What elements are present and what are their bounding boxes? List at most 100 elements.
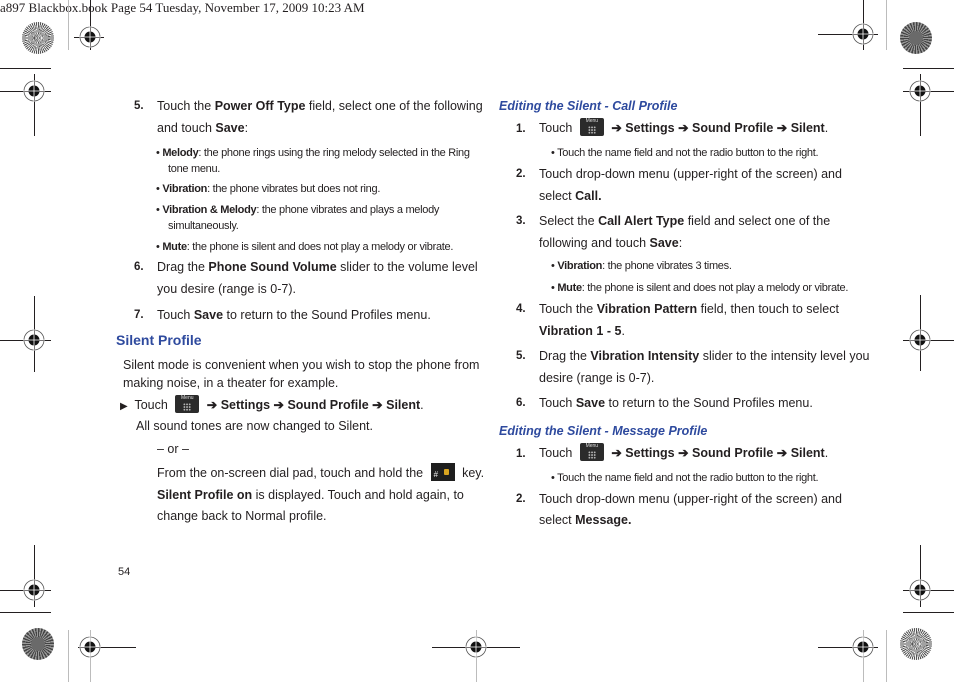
step-text: Touch Save to return to the Sound Profil…: [157, 308, 431, 322]
registration-rosette-icon: [22, 22, 54, 54]
crop-mark: [886, 630, 887, 682]
registration-target-icon: [909, 579, 931, 601]
section-title-silent-profile: Silent Profile: [116, 332, 202, 348]
step-number: 2.: [516, 168, 526, 180]
crop-mark: [0, 612, 51, 613]
msg-step-1: Touch Menu ➔ Settings ➔ Sound Profile ➔ …: [539, 443, 829, 461]
hash-key-icon: #: [430, 463, 455, 481]
menu-path: ➔ Settings ➔ Sound Profile ➔ Silent.: [611, 121, 829, 135]
registration-rosette-icon: [900, 22, 932, 54]
arrow-icon: ➔: [773, 121, 791, 135]
call-step-4-line-2: Vibration 1 - 5.: [539, 324, 625, 338]
arrow-icon: ➔: [674, 121, 693, 135]
menu-key-icon: Menu: [579, 443, 604, 461]
call-step-3-bullet-1: • Vibration: the phone vibrates 3 times.: [551, 260, 732, 272]
call-step-2-line-1: Touch drop-down menu (upper-right of the…: [539, 167, 842, 181]
crop-mark: [68, 630, 69, 682]
bullet-item: • Melody: the phone rings using the ring…: [156, 147, 470, 159]
call-step-3-line-1: Select the Call Alert Type field and sel…: [539, 214, 831, 228]
menu-path: ➔ Settings ➔ Sound Profile ➔ Silent.: [611, 446, 829, 460]
crop-mark: [903, 612, 954, 613]
call-step-5-line-1: Drag the Vibration Intensity slider to t…: [539, 349, 870, 363]
menu-path-item: Sound Profile: [692, 121, 774, 135]
bullet-item-continued: simultaneously.: [168, 220, 239, 232]
bullet-item-continued: tone menu.: [168, 163, 221, 175]
msg-step-2-line-1: Touch drop-down menu (upper-right of the…: [539, 492, 842, 506]
menu-key-icon: Menu: [579, 118, 604, 136]
registration-rosette-icon: [22, 628, 54, 660]
section-title-message-profile: Editing the Silent - Message Profile: [499, 424, 708, 438]
call-step-4-line-1: Touch the Vibration Pattern field, then …: [539, 302, 839, 316]
step-number: 1.: [516, 123, 526, 135]
section-title-call-profile: Editing the Silent - Call Profile: [499, 99, 678, 113]
menu-path-item: Silent: [790, 121, 825, 135]
call-step-1: Touch Menu ➔ Settings ➔ Sound Profile ➔ …: [539, 118, 829, 136]
intro-text-line-2: making noise, in a theater for example.: [123, 376, 339, 390]
alt-text-line-3: change back to Normal profile.: [157, 509, 327, 523]
msg-step-2-line-2: select Message.: [539, 513, 632, 527]
arrow-icon: ➔: [270, 398, 288, 412]
arrow-icon: ➔: [674, 446, 693, 460]
step-number: 5.: [134, 100, 144, 112]
step-text: Drag the Phone Sound Volume slider to th…: [157, 260, 478, 274]
call-step-1-note: • Touch the name field and not the radio…: [551, 147, 819, 159]
menu-path-item: Sound Profile: [692, 446, 774, 460]
menu-path-item: Silent: [386, 398, 421, 412]
registration-target-icon: [852, 636, 874, 658]
call-step-6-line-1: Touch Save to return to the Sound Profil…: [539, 396, 813, 410]
menu-path-item: Silent: [790, 446, 825, 460]
registration-target-icon: [909, 80, 931, 102]
bullet-item: • Vibration: the phone vibrates but does…: [156, 183, 381, 195]
result-text: All sound tones are now changed to Silen…: [136, 419, 373, 433]
slug-line: a897 Blackbox.book Page 54 Tuesday, Nove…: [0, 0, 365, 15]
step-number: 6.: [134, 261, 144, 273]
registration-target-icon: [79, 26, 101, 48]
arrow-icon: ➔: [611, 121, 626, 135]
arrow-icon: ➔: [206, 398, 221, 412]
crop-mark: [903, 68, 954, 69]
crop-mark: [0, 68, 51, 69]
arrow-icon: ➔: [773, 446, 791, 460]
step-number: 7.: [134, 309, 144, 321]
menu-path-item: Sound Profile: [287, 398, 369, 412]
step-number: 1.: [516, 448, 526, 460]
crop-mark: [886, 0, 887, 50]
msg-step-1-note: • Touch the name field and not the radio…: [551, 472, 819, 484]
step-text: Touch the Power Off Type field, select o…: [157, 99, 483, 113]
alt-text-line-1: From the on-screen dial pad, touch and h…: [157, 462, 484, 484]
menu-path: ➔ Settings ➔ Sound Profile ➔ Silent.: [206, 398, 424, 412]
call-step-5-line-2: desire (range is 0-7).: [539, 371, 655, 385]
step-number: 3.: [516, 215, 526, 227]
menu-key-icon: Menu: [175, 395, 200, 413]
call-step-3-line-2: following and touch Save:: [539, 236, 683, 250]
arrow-bullet-icon: ▶: [120, 401, 128, 412]
menu-path-item: Settings: [625, 446, 675, 460]
step-text: you desire (range is 0-7).: [157, 282, 296, 296]
bullet-item: • Mute: the phone is silent and does not…: [156, 241, 454, 253]
registration-target-icon: [465, 636, 487, 658]
touch-label: Touch: [134, 398, 168, 412]
call-step-2-line-2: select Call.: [539, 189, 602, 203]
step-text: and touch Save:: [157, 121, 249, 135]
registration-target-icon: [23, 329, 45, 351]
step-number: 4.: [516, 303, 526, 315]
step-number: 6.: [516, 397, 526, 409]
registration-target-icon: [909, 329, 931, 351]
crop-mark: [68, 0, 69, 50]
call-step-3-bullet-2: • Mute: the phone is silent and does not…: [551, 282, 849, 294]
step-number: 2.: [516, 493, 526, 505]
page-number: 54: [118, 566, 131, 578]
registration-target-icon: [23, 579, 45, 601]
registration-target-icon: [23, 80, 45, 102]
menu-path-item: Settings: [220, 398, 271, 412]
registration-target-icon: [852, 23, 874, 45]
or-separator: – or –: [157, 442, 189, 456]
bullet-item: • Vibration & Melody: the phone vibrates…: [156, 204, 440, 216]
menu-path-item: Settings: [625, 121, 675, 135]
alt-text-line-2: Silent Profile on is displayed. Touch an…: [157, 488, 464, 502]
arrow-icon: ➔: [368, 398, 387, 412]
registration-target-icon: [79, 636, 101, 658]
arrow-icon: ➔: [611, 446, 626, 460]
step-number: 5.: [516, 350, 526, 362]
registration-rosette-icon: [900, 628, 932, 660]
